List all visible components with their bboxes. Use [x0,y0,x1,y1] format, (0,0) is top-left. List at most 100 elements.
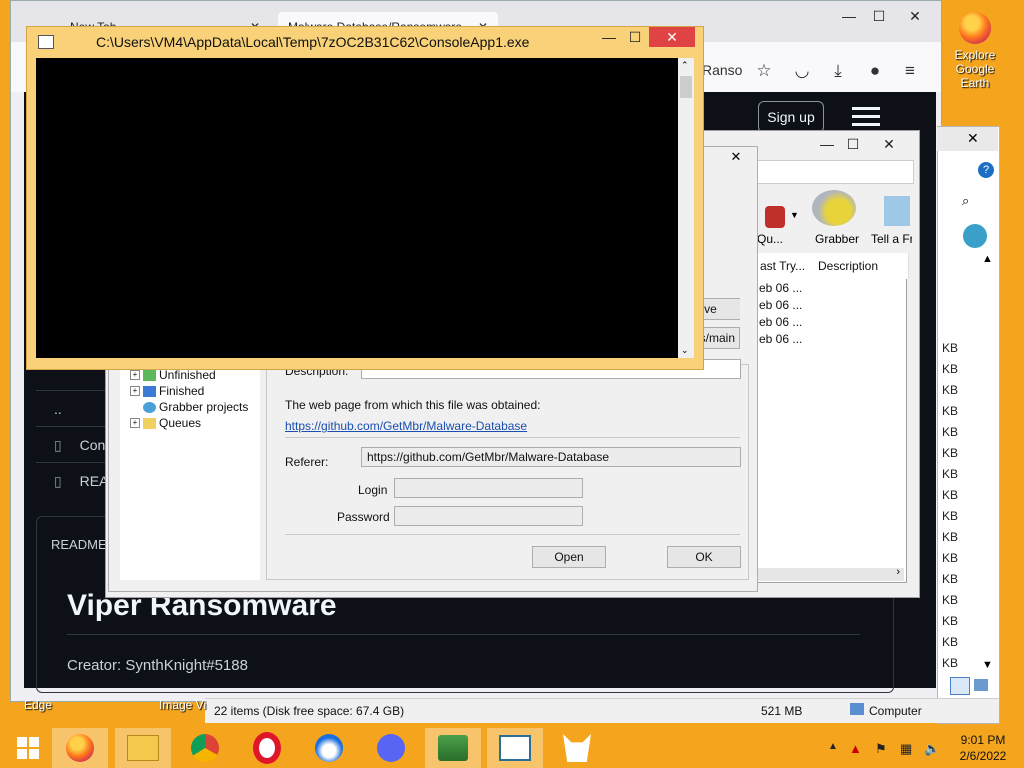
taskbar-file-explorer[interactable] [115,728,171,768]
taskbar-chrome[interactable] [177,728,233,768]
horizontal-scrollbar[interactable]: › [758,566,904,581]
network-tray-icon[interactable]: ▦ [900,741,912,757]
password-label: Password [337,510,390,524]
file-name: Con [79,437,106,453]
taskbar-malware-app[interactable] [549,728,605,768]
tree-label: Queues [159,416,202,430]
url-bar-text[interactable]: Ranso [702,62,742,78]
grabber-button[interactable]: Grabber [815,232,859,246]
size-cell: KB [942,404,959,418]
login-label: Login [358,483,388,497]
large-icons-view-icon[interactable] [974,679,988,691]
folder-icon [127,735,159,761]
console-scrollbar[interactable]: ⌃ ⌄ [678,58,694,358]
hamburger-menu-icon[interactable] [852,107,880,127]
taskbar-discord[interactable] [363,728,419,768]
taskbar-thunderbird[interactable] [301,728,357,768]
maximize-icon[interactable]: ☐ [618,26,652,48]
idm-address-strip [757,160,914,184]
readme-creator: Creator: SynthKnight#5188 [67,657,248,674]
close-icon[interactable]: ✕ [898,5,932,27]
scroll-right-icon[interactable]: › [896,566,900,578]
extension-icon[interactable]: ● [864,60,886,82]
idm-icon [438,735,468,761]
expand-icon[interactable]: + [130,370,140,380]
referer-label: Referer: [285,455,329,469]
show-hidden-icons-chevron-icon[interactable]: ▲ [828,741,838,752]
scroll-thumb[interactable] [680,76,692,98]
open-button[interactable]: Open [532,546,606,568]
start-button[interactable] [0,728,56,768]
folder-icon [143,369,156,381]
adobe-tray-icon[interactable]: ▲ [849,741,862,756]
discord-icon [377,734,405,762]
status-computer: Computer [869,704,922,718]
file-icon: ▯ [54,473,62,489]
tell-a-friend-button[interactable]: Tell a Fri [871,232,912,246]
queue-icon [765,206,785,228]
scroll-down-icon[interactable]: ▼ [982,659,993,671]
tree-item-grabber-projects[interactable]: Grabber projects [130,400,248,414]
list-cell: eb 06 ... [759,332,803,346]
taskbar-opera[interactable] [239,728,295,768]
maximize-icon[interactable]: ☐ [862,5,896,27]
desktop-icon-google-earth[interactable]: Explore Google Earth [940,12,1010,90]
tree-label: Finished [159,384,205,398]
console-output[interactable] [36,58,678,358]
tree-label: Grabber projects [159,400,249,414]
tree-item-unfinished[interactable]: + Unfinished [130,368,216,382]
expand-icon[interactable]: + [130,386,140,396]
column-header-last-try[interactable]: ast Try... [758,253,815,279]
tree-item-queues[interactable]: + Queues [130,416,201,430]
minimize-icon[interactable]: — [832,5,866,27]
size-cell: KB [942,383,959,397]
chrome-icon [191,734,219,762]
tree-item-finished[interactable]: + Finished [130,384,204,398]
taskbar-idm[interactable] [425,728,481,768]
column-header-description[interactable]: Description [813,253,909,279]
help-icon[interactable]: ? [978,162,994,178]
bookmark-star-icon[interactable]: ☆ [753,60,775,82]
source-label: The web page from which this file was ob… [285,398,541,412]
divider [67,634,860,635]
pocket-icon[interactable]: ◡ [791,60,813,82]
computer-icon [850,703,864,715]
desktop-label-image-viewer[interactable]: Image Vi [159,698,206,712]
close-icon[interactable]: ✕ [872,133,906,155]
divider [285,437,740,438]
password-field[interactable] [394,506,583,526]
ok-button[interactable]: OK [667,546,741,568]
close-icon[interactable]: ✕ [967,130,979,147]
login-field[interactable] [394,478,583,498]
status-size: 521 MB [761,704,803,718]
queues-button-label[interactable]: Qu... [757,232,783,246]
grabber-icon [812,190,856,226]
size-cell: KB [942,614,959,628]
size-cell: KB [942,530,959,544]
desktop-label-edge[interactable]: Edge [24,698,52,712]
chevron-down-icon[interactable]: ▼ [790,210,799,220]
taskbar-console[interactable] [487,728,543,768]
details-view-icon[interactable] [950,677,970,695]
clock[interactable]: 9:01 PM 2/6/2022 [948,732,1018,764]
menu-icon[interactable]: ≡ [899,60,921,82]
search-icon[interactable]: ⌕ [962,193,969,209]
size-cell: KB [942,488,959,502]
scroll-up-icon[interactable]: ▲ [982,253,993,265]
referer-field[interactable]: https://github.com/GetMbr/Malware-Databa… [361,447,741,467]
source-link[interactable]: https://github.com/GetMbr/Malware-Databa… [285,419,527,433]
expand-icon[interactable]: + [130,418,140,428]
sign-up-button[interactable]: Sign up [758,101,824,133]
close-icon[interactable]: ✕ [722,148,750,166]
close-icon: ✕ [666,29,678,45]
size-cell: KB [942,362,959,376]
scroll-down-icon[interactable]: ⌄ [681,345,689,356]
flag-tray-icon[interactable]: ⚑ [875,741,887,757]
close-button[interactable]: ✕ [649,27,695,47]
taskbar-firefox[interactable] [52,728,108,768]
checkmark-folder-icon [143,385,156,397]
maximize-icon[interactable]: ☐ [836,133,870,155]
volume-muted-icon[interactable]: 🔈 [924,741,940,757]
download-icon[interactable]: ⤓ [827,60,849,82]
scroll-up-icon[interactable]: ⌃ [681,60,689,71]
